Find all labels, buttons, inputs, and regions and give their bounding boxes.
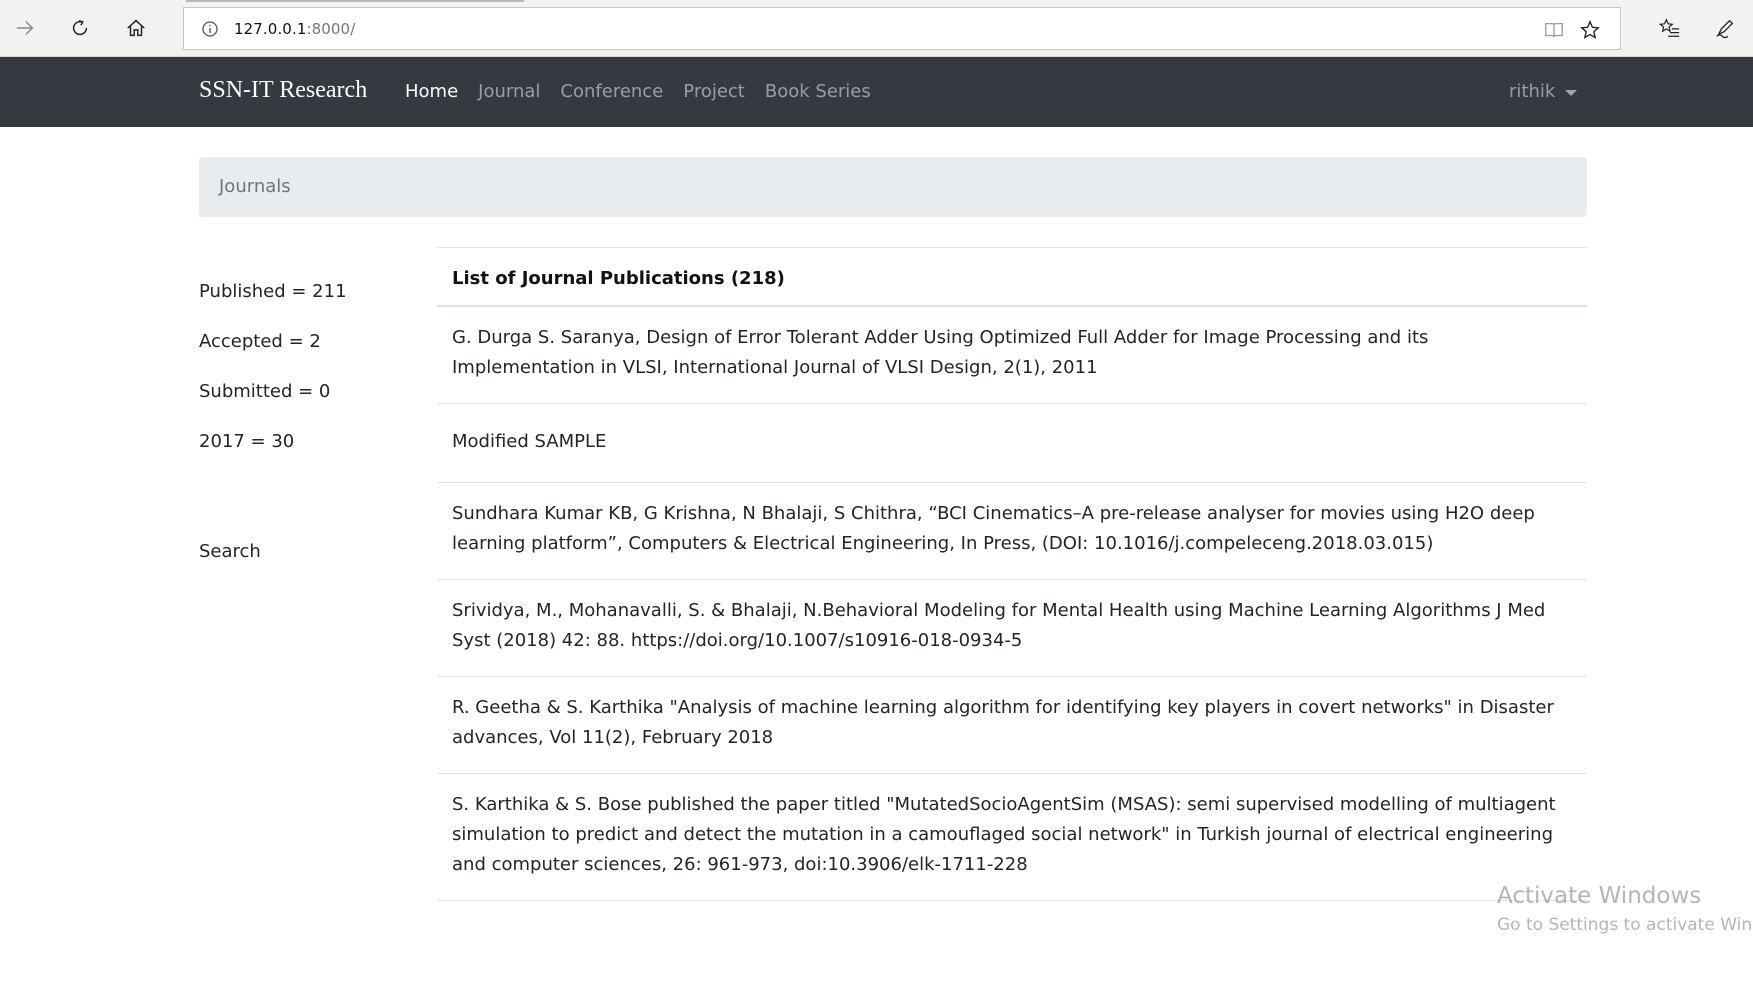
user-name: rithik — [1509, 81, 1556, 102]
nav-link-conference[interactable]: Conference — [560, 81, 663, 102]
breadcrumb-item-journals: Journals — [219, 176, 291, 197]
publication-entry: Sundhara Kumar KB, G Krishna, N Bhalaji,… — [437, 482, 1587, 580]
watermark-subtitle: Go to Settings to activate Windows. — [1497, 915, 1753, 935]
publication-entry: Srividya, M., Mohanavalli, S. & Bhalaji,… — [437, 579, 1587, 677]
nav-link-home[interactable]: Home — [405, 81, 458, 102]
stat-year-2017: 2017 = 30 — [199, 431, 295, 452]
refresh-icon[interactable] — [64, 12, 96, 44]
table-header: List of Journal Publications (218) — [437, 247, 1587, 307]
publications-table: List of Journal Publications (218) G. Du… — [437, 247, 1587, 901]
stat-published: Published = 211 — [199, 281, 347, 302]
publication-entry: Modified SAMPLE — [437, 403, 1587, 483]
favorites-list-icon[interactable] — [1654, 12, 1686, 44]
table-row: Srividya, M., Mohanavalli, S. & Bhalaji,… — [437, 579, 1587, 677]
table-row: S. Karthika & S. Bose published the pape… — [437, 773, 1587, 901]
stat-accepted: Accepted = 2 — [199, 331, 321, 352]
brand-logo-text[interactable]: SSN-IT Research — [199, 77, 367, 104]
reading-view-icon[interactable] — [1542, 18, 1566, 42]
pen-icon[interactable] — [1709, 12, 1741, 44]
nav-link-project[interactable]: Project — [683, 81, 745, 102]
nav-link-book-series[interactable]: Book Series — [765, 81, 871, 102]
stat-submitted: Submitted = 0 — [199, 381, 331, 402]
table-row: R. Geetha & S. Karthika "Analysis of mac… — [437, 676, 1587, 774]
breadcrumb: Journals — [199, 157, 1587, 217]
site-navbar: SSN-IT Research Home Journal Conference … — [0, 57, 1753, 127]
url-host: 127.0.0.1 — [234, 20, 307, 38]
user-dropdown[interactable]: rithik — [1509, 81, 1578, 102]
publication-entry: R. Geetha & S. Karthika "Analysis of mac… — [437, 676, 1587, 774]
url-port: :8000/ — [306, 20, 356, 38]
publication-entry: G. Durga S. Saranya, Design of Error Tol… — [437, 306, 1587, 404]
nav-links: Home Journal Conference Project Book Ser… — [405, 81, 891, 102]
search-link[interactable]: Search — [199, 541, 261, 562]
caret-down-icon — [1565, 89, 1578, 96]
table-header-row: List of Journal Publications (218) — [437, 247, 1587, 307]
browser-toolbar: 127.0.0.1:8000/ — [0, 0, 1753, 57]
forward-icon[interactable] — [9, 12, 41, 44]
address-bar[interactable]: 127.0.0.1:8000/ — [183, 7, 1621, 50]
url-text[interactable]: 127.0.0.1:8000/ — [234, 20, 355, 38]
favorite-star-icon[interactable] — [1578, 18, 1602, 42]
table-row: Sundhara Kumar KB, G Krishna, N Bhalaji,… — [437, 482, 1587, 580]
nav-link-journal[interactable]: Journal — [478, 81, 540, 102]
home-icon[interactable] — [120, 12, 152, 44]
info-icon[interactable] — [201, 20, 219, 38]
table-row: Modified SAMPLE — [437, 403, 1587, 483]
table-row: G. Durga S. Saranya, Design of Error Tol… — [437, 306, 1587, 404]
publication-entry: S. Karthika & S. Bose published the pape… — [437, 773, 1587, 901]
tab-indicator — [186, 0, 524, 2]
